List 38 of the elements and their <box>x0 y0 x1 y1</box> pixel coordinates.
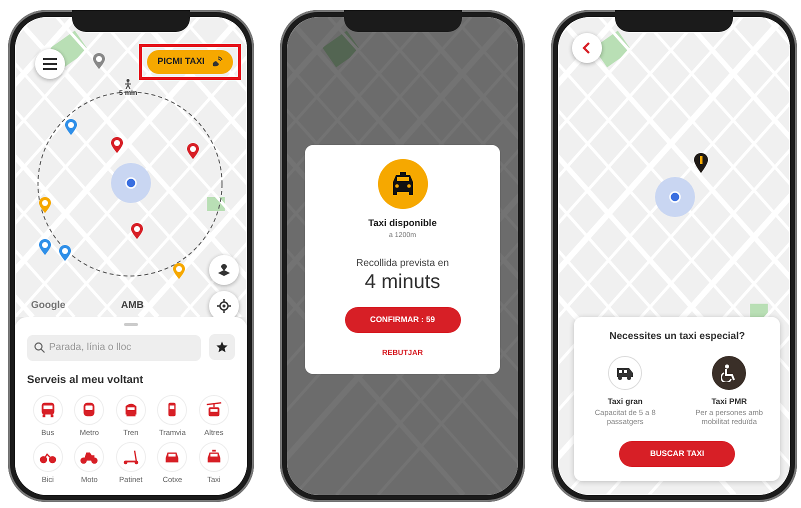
favorites-button[interactable] <box>208 334 235 360</box>
picmi-taxi-button[interactable]: PICMI TAXI <box>147 50 233 74</box>
walking-person-icon <box>124 79 132 89</box>
map-pin-icon <box>39 197 51 213</box>
map-pin-icon <box>111 137 123 153</box>
bus-icon <box>38 400 57 418</box>
map-pin-icon <box>173 263 185 279</box>
option-name: Taxi PMR <box>711 396 747 408</box>
layers-icon <box>216 263 231 277</box>
location-dot-icon <box>111 163 151 203</box>
map-pin-icon <box>39 239 51 255</box>
crosshair-icon <box>216 299 231 313</box>
map-pin-icon <box>187 143 199 159</box>
search-taxi-button[interactable]: BUSCAR TAXI <box>619 441 736 467</box>
card-title: Necessites un taxi especial? <box>609 330 745 344</box>
cablecar-icon <box>204 400 223 418</box>
star-icon <box>216 341 228 353</box>
van-icon <box>616 366 634 380</box>
wheelchair-icon <box>721 364 738 382</box>
map-credit: Google <box>31 299 66 313</box>
person-pin-icon <box>694 153 708 173</box>
scooter-icon <box>122 448 140 466</box>
map-pin-icon <box>65 119 77 135</box>
search-field[interactable]: Parada, línia o lloc <box>27 334 201 360</box>
sheet-handle[interactable] <box>124 323 138 326</box>
pickup-label: Recollida prevista en <box>356 256 449 271</box>
menu-icon <box>43 58 57 70</box>
option-name: Taxi gran <box>608 396 643 408</box>
map-credit: AMB <box>121 299 144 313</box>
map-pin-icon <box>59 245 71 261</box>
pickup-time: 4 minuts <box>364 270 440 293</box>
map-pin-icon <box>131 223 143 239</box>
map-pin-icon <box>93 53 105 69</box>
hand-icon <box>210 56 223 68</box>
confirm-button[interactable]: CONFIRMAR : 59 <box>344 306 460 333</box>
dialog-title: Taxi disponible <box>368 217 437 231</box>
location-dot-icon <box>655 177 696 217</box>
section-title: Serveis al meu voltant <box>27 373 144 388</box>
